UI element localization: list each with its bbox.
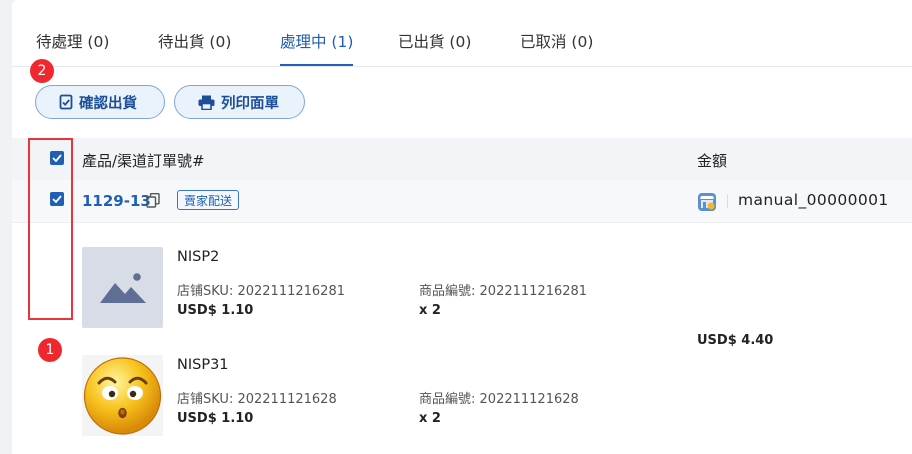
printer-icon [198, 95, 215, 110]
product-column-header: 產品/渠道訂單號# [82, 152, 205, 170]
product-thumbnail-emoji [82, 355, 163, 436]
code-label: 商品編號: [419, 392, 476, 407]
product-price: USD$ 1.10 [177, 303, 254, 318]
order-number-link[interactable]: 1129-13 [82, 192, 151, 210]
product-name: NISP31 [177, 357, 229, 373]
confirm-shipment-button[interactable]: 確認出貨 [35, 85, 165, 119]
code-value: 2022111216281 [479, 284, 588, 299]
tab-pending[interactable]: 待處理 (0) [36, 30, 109, 52]
product-quantity: x 2 [419, 411, 441, 426]
image-placeholder-icon [99, 272, 146, 303]
status-tabs: 待處理 (0) 待出貨 (0) 處理中 (1) 已出貨 (0) 已取消 (0) [12, 0, 912, 67]
store-icon [697, 192, 717, 216]
active-tab-underline [280, 64, 353, 66]
product-name: NISP2 [177, 249, 220, 265]
annotation-highlight-box [28, 138, 73, 320]
store-name: manual_00000001 [738, 191, 889, 209]
print-label-text: 列印面單 [221, 95, 279, 112]
annotation-badge-1: 1 [38, 338, 62, 362]
tab-cancelled[interactable]: 已取消 (0) [520, 30, 593, 52]
order-total: USD$ 4.40 [697, 333, 774, 348]
product-quantity: x 2 [419, 303, 441, 318]
amount-column-header: 金額 [697, 152, 728, 170]
annotation-badge-2: 2 [30, 59, 54, 83]
code-value: 202211121628 [479, 392, 579, 407]
sku-value: 202211121628 [237, 392, 337, 407]
copy-icon[interactable] [146, 193, 160, 212]
orders-panel: 待處理 (0) 待出貨 (0) 處理中 (1) 已出貨 (0) 已取消 (0) … [12, 0, 912, 454]
tab-shipped[interactable]: 已出貨 (0) [398, 30, 471, 52]
sku-label: 店铺SKU: [177, 392, 234, 407]
shipping-method-tag: 賣家配送 [177, 190, 240, 210]
tab-awaiting-shipment[interactable]: 待出貨 (0) [158, 30, 231, 52]
tab-processing[interactable]: 處理中 (1) [280, 30, 353, 52]
confirm-shipment-label: 確認出貨 [79, 95, 137, 112]
product-store-sku: 店铺SKU: 202211121628 [177, 388, 337, 407]
print-label-button[interactable]: 列印面單 [174, 85, 305, 119]
product-store-sku: 店铺SKU: 2022111216281 [177, 280, 345, 299]
product-thumbnail-placeholder [82, 247, 163, 328]
code-label: 商品編號: [419, 284, 476, 299]
sku-value: 2022111216281 [237, 284, 345, 299]
product-price: USD$ 1.10 [177, 411, 254, 426]
product-code: 商品編號: 2022111216281 [419, 280, 587, 299]
sku-label: 店铺SKU: [177, 284, 234, 299]
checklist-icon [59, 94, 73, 110]
product-code: 商品編號: 202211121628 [419, 388, 579, 407]
order-row: 1129-13 賣家配送 manual_00000001 [12, 180, 912, 223]
store-divider [727, 194, 728, 208]
emoji-face-image [83, 357, 162, 435]
table-header: 產品/渠道訂單號# 金額 [12, 138, 912, 181]
